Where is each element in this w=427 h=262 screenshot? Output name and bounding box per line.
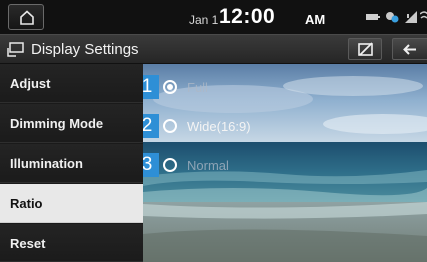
- back-button[interactable]: [392, 38, 427, 60]
- sidebar-item-illumination[interactable]: Illumination: [0, 144, 143, 183]
- ratio-options-panel: 1 Full 2 Wide(16:9) 3 Normal: [143, 64, 427, 262]
- title-bar: Display Settings: [0, 34, 427, 64]
- sidebar-item-ratio[interactable]: Ratio: [0, 184, 143, 223]
- callout-number-badge: 3: [143, 153, 159, 177]
- sidebar-item-label: Dimming Mode: [10, 116, 104, 131]
- sidebar-item-label: Illumination: [10, 156, 83, 171]
- ratio-option-wide[interactable]: 2 Wide(16:9): [143, 114, 427, 140]
- screen-off-icon: [358, 42, 373, 56]
- page-title: Display Settings: [31, 41, 139, 58]
- network-signal-icon: [404, 10, 418, 29]
- sidebar-item-adjust[interactable]: Adjust: [0, 64, 143, 103]
- back-arrow-icon: [403, 44, 416, 55]
- display-settings-screen: Jan 1 12:00 AM Display Settings Adjust D…: [0, 0, 427, 262]
- ratio-option-label: Wide(16:9): [187, 119, 251, 134]
- settings-sidebar: Adjust Dimming Mode Illumination Ratio R…: [0, 64, 143, 262]
- home-button[interactable]: [8, 4, 44, 30]
- ratio-option-normal[interactable]: 3 Normal: [143, 153, 427, 179]
- sidebar-item-dimming-mode[interactable]: Dimming Mode: [0, 104, 143, 143]
- status-time: 12:00: [219, 5, 276, 28]
- callout-number-badge: 2: [143, 114, 159, 138]
- status-date: Jan 1: [189, 13, 219, 27]
- status-ampm: AM: [305, 12, 326, 27]
- sidebar-item-reset[interactable]: Reset: [0, 224, 143, 262]
- media-sync-icon: [384, 10, 400, 29]
- callout-number-badge: 1: [143, 75, 159, 99]
- radio-button-checked[interactable]: [163, 80, 177, 94]
- home-icon: [20, 10, 34, 25]
- screen-off-button[interactable]: [348, 38, 382, 60]
- status-bar: Jan 1 12:00 AM: [0, 0, 427, 34]
- battery-icon: [366, 10, 380, 28]
- sidebar-item-label: Ratio: [10, 196, 43, 211]
- ratio-option-full[interactable]: 1 Full: [143, 75, 427, 101]
- radio-button[interactable]: [163, 119, 177, 133]
- radio-button[interactable]: [163, 158, 177, 172]
- sidebar-item-label: Adjust: [10, 76, 51, 91]
- wifi-icon: [419, 10, 427, 29]
- ratio-option-label: Full: [187, 80, 208, 95]
- sidebar-item-label: Reset: [10, 236, 46, 251]
- display-settings-icon: [7, 42, 25, 63]
- ratio-option-label: Normal: [187, 158, 229, 173]
